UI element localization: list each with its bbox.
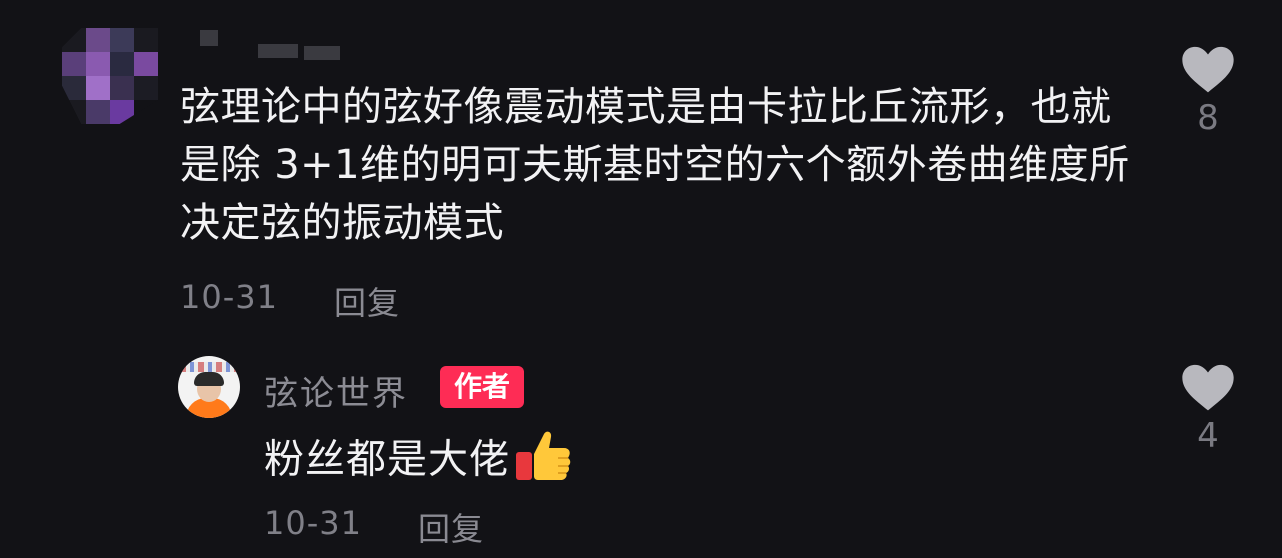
comment-text: 弦理论中的弦好像震动模式是由卡拉比丘流形，也就是除 3+1维的明可夫斯基时空的六… xyxy=(180,84,1130,246)
comment-like-button[interactable]: 8 xyxy=(1180,44,1236,138)
author-avatar[interactable] xyxy=(178,356,240,418)
reply-like-count: 4 xyxy=(1197,416,1219,456)
reply-like-button[interactable]: 4 xyxy=(1180,362,1236,456)
reply-text-row: 粉丝都是大佬 xyxy=(264,428,572,495)
heart-icon xyxy=(1182,46,1234,93)
author-username[interactable]: 弦论世界 xyxy=(264,366,408,415)
comment-reply-button[interactable]: 回复 xyxy=(334,278,400,324)
author-badge: 作者 xyxy=(440,366,524,408)
reply-date: 10-31 xyxy=(264,504,362,542)
thumbs-up-icon xyxy=(514,428,572,495)
commenter-name-pixelated-part xyxy=(304,46,340,60)
avatar-hair xyxy=(194,372,224,386)
comment-like-count: 8 xyxy=(1197,98,1219,138)
reply-text: 粉丝都是大佬 xyxy=(264,436,510,483)
comment-date: 10-31 xyxy=(180,278,278,316)
commenter-name-pixelated-part xyxy=(258,44,298,58)
commenter-name-pixelated[interactable] xyxy=(200,30,218,46)
avatar-background xyxy=(180,362,238,372)
heart-icon xyxy=(1182,364,1234,411)
commenter-avatar-pixelated[interactable] xyxy=(62,28,158,124)
reply-reply-button[interactable]: 回复 xyxy=(418,504,484,550)
